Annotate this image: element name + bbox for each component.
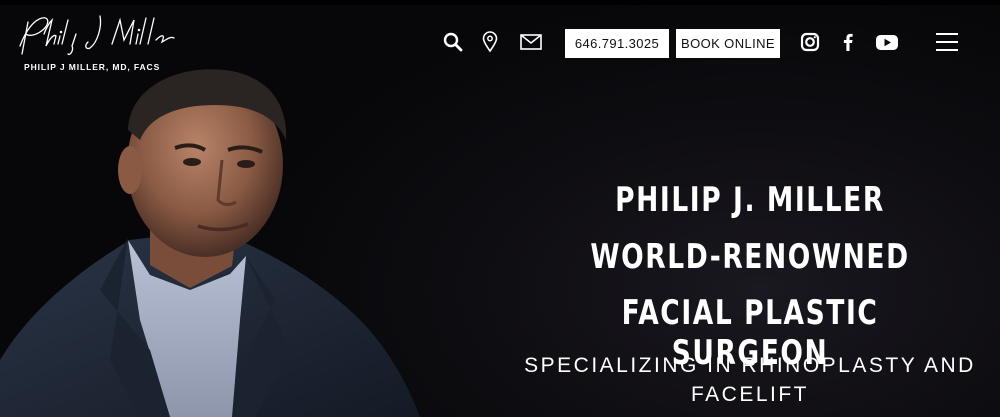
phone-button[interactable]: 646.791.3025 (565, 29, 669, 58)
book-online-button[interactable]: BOOK ONLINE (676, 29, 780, 58)
surgeon-portrait (0, 69, 420, 417)
mail-icon[interactable] (519, 30, 543, 54)
headline-line-1: PHILIP J. MILLER (615, 180, 885, 220)
youtube-icon[interactable] (874, 30, 900, 54)
hero-section: PHILIP J MILLER, MD, FACS 646.791.3025 B… (0, 0, 1000, 417)
signature-logo (19, 15, 175, 56)
menu-icon[interactable] (936, 33, 960, 53)
instagram-icon[interactable] (798, 30, 822, 54)
subheadline: SPECIALIZING IN RHINOPLASTY AND FACELIFT (524, 354, 976, 406)
top-border (0, 0, 1000, 5)
location-pin-icon[interactable] (478, 30, 502, 54)
headline-line-2: WORLD-RENOWNED (590, 237, 910, 277)
facebook-icon[interactable] (836, 30, 860, 54)
search-icon[interactable] (441, 30, 465, 54)
